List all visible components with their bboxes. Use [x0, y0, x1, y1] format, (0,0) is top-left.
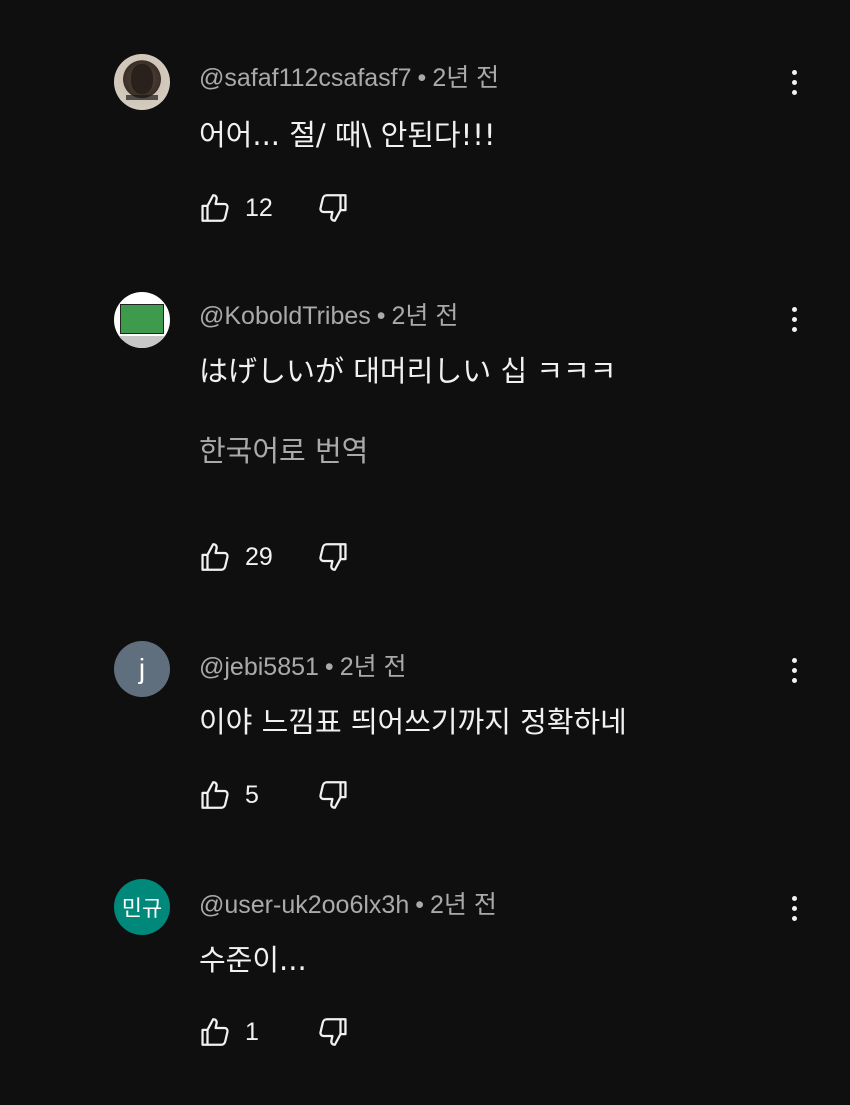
comment-meta: @safaf112csafasf7 • 2년 전 [199, 58, 499, 94]
more-vert-icon-dot [791, 316, 797, 322]
dislike-button[interactable] [315, 540, 349, 574]
like-count: 5 [245, 780, 259, 809]
comment-menu-button[interactable] [780, 62, 808, 102]
comment-menu-button[interactable] [780, 299, 808, 339]
more-vert-icon-dot [791, 326, 797, 332]
more-vert-icon [791, 895, 797, 901]
thumb-up-icon [201, 781, 229, 809]
more-vert-icon-dot [791, 905, 797, 911]
more-vert-icon [791, 69, 797, 75]
more-vert-icon [791, 657, 797, 663]
like-count: 1 [245, 1017, 259, 1046]
comment-actions: 29 [199, 537, 349, 577]
comment-text: 이야 느낌표 띄어쓰기까지 정확하네 [199, 705, 627, 739]
more-vert-icon-dot [791, 79, 797, 85]
avatar-letter: j [138, 653, 146, 684]
translate-link[interactable]: 한국어로 번역 [199, 428, 368, 470]
thumb-up-icon [201, 194, 229, 222]
thumb-down-icon [319, 1018, 347, 1046]
thumb-down-icon [319, 194, 347, 222]
comment-author[interactable]: @safaf112csafasf7 [199, 64, 412, 92]
more-vert-icon-dot [791, 89, 797, 95]
comment-actions: 5 [199, 775, 349, 815]
comment-menu-button[interactable] [780, 888, 808, 928]
avatar-photo-caption [126, 95, 158, 100]
comment-time[interactable]: 2년 전 [432, 64, 499, 92]
meta-separator: • [417, 64, 427, 92]
comment-meta: @jebi5851 • 2년 전 [199, 647, 407, 683]
comment-time[interactable]: 2년 전 [340, 653, 407, 681]
avatar-card-image [120, 304, 164, 334]
thumb-up-icon [201, 543, 229, 571]
thumb-up-icon [201, 1018, 229, 1046]
more-vert-icon-dot [791, 667, 797, 673]
avatar[interactable]: j [114, 641, 170, 697]
like-count: 29 [245, 542, 273, 571]
comment-author[interactable]: @KoboldTribes [199, 302, 371, 330]
comment-meta: @user-uk2oo6lx3h • 2년 전 [199, 885, 497, 921]
more-vert-icon-dot [791, 677, 797, 683]
avatar-letter: 민규 [121, 896, 163, 921]
comment-text: 수준이... [199, 943, 307, 977]
comment-text: はげしいが 대머리しい 십 ㅋㅋㅋ [199, 354, 617, 388]
avatar[interactable] [114, 54, 170, 110]
comment-time[interactable]: 2년 전 [430, 891, 497, 919]
thumb-down-icon [319, 543, 347, 571]
comment-author[interactable]: @jebi5851 [199, 653, 319, 681]
avatar-photo-face [131, 64, 153, 94]
comment-meta: @KoboldTribes • 2년 전 [199, 296, 458, 332]
more-vert-icon-dot [791, 915, 797, 921]
dislike-button[interactable] [315, 778, 349, 812]
like-button[interactable]: 1 [199, 1015, 315, 1049]
like-button[interactable]: 12 [199, 191, 315, 225]
more-vert-icon [791, 306, 797, 312]
comment-actions: 1 [199, 1012, 349, 1052]
meta-separator: • [415, 891, 424, 919]
meta-separator: • [376, 302, 386, 330]
like-button[interactable]: 29 [199, 540, 315, 574]
like-count: 12 [245, 193, 273, 222]
comment-menu-button[interactable] [780, 650, 808, 690]
comment-actions: 12 [199, 188, 349, 228]
comment-text: 어어... 절/ 때\ 안된다!!! [199, 118, 496, 152]
like-button[interactable]: 5 [199, 778, 315, 812]
meta-separator: • [324, 653, 334, 681]
comment-time[interactable]: 2년 전 [392, 302, 459, 330]
avatar[interactable]: 민규 [114, 879, 170, 935]
thumb-down-icon [319, 781, 347, 809]
comment-author[interactable]: @user-uk2oo6lx3h [199, 891, 409, 919]
avatar[interactable] [114, 292, 170, 348]
avatar-card-strip [114, 336, 170, 348]
dislike-button[interactable] [315, 191, 349, 225]
dislike-button[interactable] [315, 1015, 349, 1049]
